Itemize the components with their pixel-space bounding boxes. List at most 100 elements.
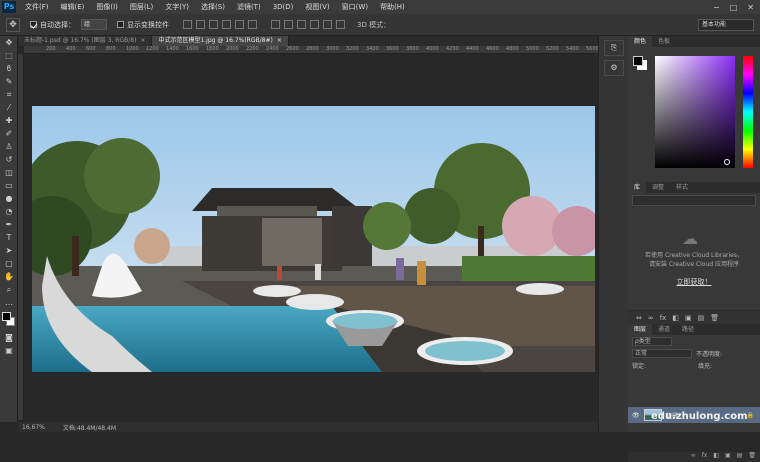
pen-tool-icon[interactable]: ✒ <box>0 218 18 231</box>
menu-edit[interactable]: 编辑(E) <box>55 2 91 12</box>
new-group-icon[interactable]: ▣ <box>725 452 731 462</box>
add-style-icon[interactable]: fx <box>702 452 708 462</box>
distribute-right-icon[interactable] <box>336 20 345 29</box>
gradient-tool-icon[interactable]: ▭ <box>0 179 18 192</box>
more-tools-icon[interactable]: … <box>0 296 18 309</box>
workspace-dropdown[interactable]: 基本功能 <box>698 19 754 31</box>
photoshop-logo: Ps <box>2 1 16 13</box>
menu-help[interactable]: 帮助(H) <box>374 2 411 12</box>
tab-channels[interactable]: 通道 <box>652 324 676 335</box>
marquee-tool-icon[interactable]: ⬚ <box>0 49 18 62</box>
move-tool-icon[interactable]: ✥ <box>0 36 18 49</box>
chain-icon[interactable]: ∞ <box>648 314 654 322</box>
tab-label: 中式示范区模型1.jpg @ 16.7%(RGB/8#) <box>158 37 273 44</box>
distribute-bottom-icon[interactable] <box>297 20 306 29</box>
group-icon[interactable]: ▣ <box>685 314 692 322</box>
quick-select-tool-icon[interactable]: ✎ <box>0 75 18 88</box>
foreground-swatch[interactable] <box>633 56 643 66</box>
hand-tool-icon[interactable]: ✋ <box>0 270 18 283</box>
tab-document-2[interactable]: 中式示范区模型1.jpg @ 16.7%(RGB/8#) × <box>152 36 289 46</box>
foreground-color[interactable] <box>2 312 11 321</box>
align-right-icon[interactable] <box>248 20 257 29</box>
link-icon[interactable]: ⇔ <box>636 314 642 322</box>
auto-select-dropdown[interactable]: 组 <box>81 19 107 30</box>
shape-tool-icon[interactable]: ▢ <box>0 257 18 270</box>
horizontal-ruler[interactable]: 200 400 600 800 1000 1200 1400 1600 1800 2000 2200… <box>24 46 598 54</box>
tab-document-1[interactable]: 未标题-1.psd @ 16.7% (图层 3, RGB/8) × <box>18 36 153 46</box>
distribute-left-icon[interactable] <box>310 20 319 29</box>
close-button[interactable]: ✕ <box>747 3 754 12</box>
tab-paths[interactable]: 路径 <box>676 324 700 335</box>
hue-slider[interactable] <box>743 56 753 168</box>
blur-tool-icon[interactable]: ● <box>0 192 18 205</box>
healing-tool-icon[interactable]: ✚ <box>0 114 18 127</box>
picker-cursor[interactable] <box>724 159 730 165</box>
mask-icon[interactable]: ◧ <box>672 314 679 322</box>
trash-icon[interactable]: 🗑 <box>710 314 719 322</box>
canvas-area[interactable] <box>24 54 598 420</box>
layer-filter-dropdown[interactable]: ρ类型 <box>632 336 672 346</box>
color-field[interactable] <box>655 56 735 168</box>
menu-filter[interactable]: 滤镜(T) <box>231 2 267 12</box>
history-panel-icon[interactable]: ⎘ <box>604 40 624 56</box>
align-top-icon[interactable] <box>183 20 192 29</box>
tab-color[interactable]: 颜色 <box>628 36 653 47</box>
align-left-icon[interactable] <box>222 20 231 29</box>
align-bottom-icon[interactable] <box>209 20 218 29</box>
crop-tool-icon[interactable]: ⌗ <box>0 88 18 101</box>
document-image[interactable] <box>32 106 595 372</box>
delete-layer-icon[interactable]: 🗑 <box>748 452 756 462</box>
add-mask-icon[interactable]: ◧ <box>713 452 719 462</box>
fx-icon[interactable]: fx <box>660 314 667 322</box>
align-hcenter-icon[interactable] <box>235 20 244 29</box>
menu-3d[interactable]: 3D(D) <box>267 3 300 11</box>
menu-layer[interactable]: 图层(L) <box>124 2 159 12</box>
new-layer-icon[interactable]: ▤ <box>737 452 743 462</box>
type-tool-icon[interactable]: T <box>0 231 18 244</box>
properties-panel-icon[interactable]: ⚙ <box>604 60 624 76</box>
menu-view[interactable]: 视图(V) <box>299 2 335 12</box>
distribute-vcenter-icon[interactable] <box>284 20 293 29</box>
link-layers-icon[interactable]: ∞ <box>691 452 696 462</box>
color-panel-tabs: 颜色 色板 <box>628 36 760 47</box>
menu-type[interactable]: 文字(Y) <box>159 2 195 12</box>
ruler-tick-label: 800 <box>106 46 116 52</box>
zoom-level[interactable]: 16.67% <box>22 424 45 431</box>
library-dropdown[interactable] <box>632 195 756 206</box>
zoom-tool-icon[interactable]: ⌕ <box>0 283 18 296</box>
history-brush-icon[interactable]: ↺ <box>0 153 18 166</box>
lasso-tool-icon[interactable]: ϐ <box>0 62 18 75</box>
minimize-button[interactable]: − <box>713 3 720 12</box>
path-select-icon[interactable]: ➤ <box>0 244 18 257</box>
menu-file[interactable]: 文件(F) <box>19 2 55 12</box>
brush-tool-icon[interactable]: ✐ <box>0 127 18 140</box>
new-layer-icon[interactable]: ▤ <box>698 314 705 322</box>
tab-libraries[interactable]: 库 <box>628 182 647 193</box>
tab-layers[interactable]: 图层 <box>628 324 653 335</box>
dodge-tool-icon[interactable]: ◔ <box>0 205 18 218</box>
tab-close-icon[interactable]: × <box>277 36 282 46</box>
distribute-top-icon[interactable] <box>271 20 280 29</box>
tab-swatches[interactable]: 色板 <box>652 36 676 47</box>
menu-image[interactable]: 图像(I) <box>90 2 124 12</box>
stamp-tool-icon[interactable]: ♙ <box>0 140 18 153</box>
eye-icon[interactable]: 👁 <box>632 412 640 419</box>
quick-mask-icon[interactable]: ◙ <box>0 331 18 344</box>
tab-close-icon[interactable]: × <box>140 36 145 46</box>
eyedropper-tool-icon[interactable]: ⁄ <box>0 101 18 114</box>
tab-styles[interactable]: 样式 <box>670 182 694 193</box>
eraser-tool-icon[interactable]: ◫ <box>0 166 18 179</box>
menu-select[interactable]: 选择(S) <box>195 2 231 12</box>
menu-window[interactable]: 窗口(W) <box>336 2 374 12</box>
distribute-hcenter-icon[interactable] <box>323 20 332 29</box>
move-tool-icon[interactable]: ✥ <box>6 17 20 32</box>
show-transform-checkbox[interactable] <box>117 21 124 28</box>
color-swatches[interactable] <box>0 309 17 331</box>
blend-mode-dropdown[interactable]: 正常 <box>632 348 692 358</box>
maximize-button[interactable]: □ <box>730 3 738 12</box>
auto-select-checkbox[interactable] <box>30 21 37 28</box>
screen-mode-icon[interactable]: ▣ <box>0 344 18 357</box>
tab-adjustments[interactable]: 调整 <box>646 182 670 193</box>
align-vcenter-icon[interactable] <box>196 20 205 29</box>
get-app-link[interactable]: 立即获取！ <box>628 277 760 287</box>
